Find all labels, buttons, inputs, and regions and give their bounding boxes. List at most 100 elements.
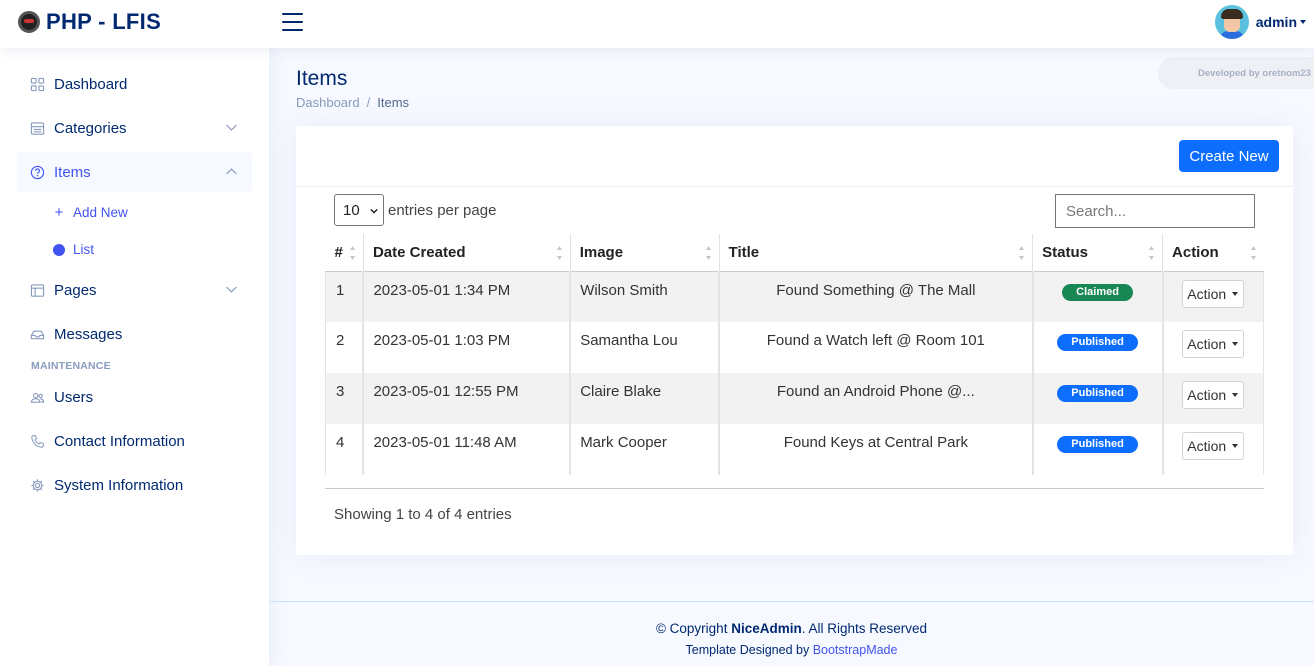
entries-select[interactable]: 10 bbox=[334, 194, 384, 226]
card-header: Create New bbox=[296, 126, 1293, 187]
maintenance-heading: MAINTENANCE bbox=[31, 360, 111, 372]
gear-icon bbox=[30, 478, 45, 493]
items-table: # Date Created Image Title Status Action… bbox=[325, 234, 1264, 475]
chevron-down-icon bbox=[226, 124, 237, 131]
chevron-down-icon bbox=[370, 208, 378, 214]
user-name: admin bbox=[1255, 14, 1297, 30]
column-header-number[interactable]: # bbox=[325, 234, 364, 272]
sidebar-item-label: Dashboard bbox=[54, 75, 128, 93]
footer: © Copyright NiceAdmin. All Rights Reserv… bbox=[269, 601, 1314, 666]
breadcrumb-dashboard-link[interactable]: Dashboard bbox=[296, 95, 360, 110]
sort-icon bbox=[705, 246, 711, 260]
page-title: Items bbox=[296, 67, 348, 90]
cell-number: 2 bbox=[325, 322, 365, 373]
action-dropdown-button[interactable]: Action bbox=[1182, 279, 1245, 308]
logo-icon bbox=[18, 11, 40, 33]
menu-toggle-icon[interactable] bbox=[282, 13, 303, 31]
copyright-line: © Copyright NiceAdmin. All Rights Reserv… bbox=[655, 621, 928, 636]
column-header-image[interactable]: Image bbox=[570, 234, 720, 272]
sort-icon bbox=[1019, 246, 1025, 260]
sidebar-item-label: Contact Information bbox=[54, 432, 185, 450]
layout-icon bbox=[30, 283, 45, 298]
breadcrumb: Dashboard / Items bbox=[296, 95, 409, 110]
sidebar-item-label: System Information bbox=[54, 476, 184, 494]
table-row: 3 2023-05-01 12:55 PM Claire Blake Found… bbox=[325, 373, 1264, 424]
sidebar-subitem-label: List bbox=[73, 242, 95, 257]
sidebar-item-dashboard[interactable]: Dashboard bbox=[17, 64, 252, 104]
entries-select-value: 10 bbox=[343, 201, 360, 219]
cell-image: Wilson Smith bbox=[570, 271, 721, 322]
column-header-action[interactable]: Action bbox=[1162, 234, 1264, 272]
status-badge: Published bbox=[1057, 436, 1138, 453]
action-dropdown-button[interactable]: Action bbox=[1182, 432, 1245, 460]
profile-dropdown[interactable]: admin bbox=[1214, 5, 1306, 39]
column-header-status[interactable]: Status bbox=[1032, 234, 1164, 272]
cell-status: Claimed bbox=[1032, 271, 1164, 322]
sidebar-subitem-add-new[interactable]: + Add New bbox=[17, 196, 252, 229]
sidebar-item-users[interactable]: Users bbox=[17, 377, 252, 417]
sidebar-item-label: Categories bbox=[54, 119, 127, 137]
sidebar-item-items[interactable]: Items bbox=[17, 152, 252, 192]
avatar bbox=[1214, 5, 1249, 39]
sort-icon bbox=[1250, 246, 1256, 260]
sidebar-item-label: Users bbox=[54, 388, 94, 406]
credits-line: Template Designed by BootstrapMade bbox=[685, 643, 898, 657]
status-badge: Published bbox=[1057, 385, 1138, 402]
cell-image: Claire Blake bbox=[570, 373, 721, 424]
cell-number: 3 bbox=[325, 373, 365, 424]
table-row: 2 2023-05-01 1:03 PM Samantha Lou Found … bbox=[325, 322, 1264, 373]
cell-image: Mark Cooper bbox=[570, 424, 721, 475]
cell-number: 4 bbox=[325, 424, 365, 475]
caret-down-icon bbox=[1232, 393, 1239, 397]
grid-icon bbox=[30, 77, 45, 92]
search-input[interactable]: Search... bbox=[1055, 194, 1255, 228]
column-header-title[interactable]: Title bbox=[719, 234, 1034, 272]
top-header: PHP - LFIS admin bbox=[0, 0, 1314, 48]
cell-status: Published bbox=[1032, 424, 1164, 475]
sidebar-item-label: Pages bbox=[54, 281, 97, 299]
items-card: Create New 10 entries per page Search...… bbox=[296, 126, 1293, 555]
sidebar-item-label: Messages bbox=[54, 325, 123, 343]
app-title: PHP - LFIS bbox=[46, 9, 162, 34]
active-dot-icon bbox=[53, 243, 65, 256]
plus-icon: + bbox=[54, 204, 64, 221]
sort-icon bbox=[349, 246, 355, 260]
sidebar-item-contact-information[interactable]: Contact Information bbox=[17, 421, 252, 461]
cell-title: Found Keys at Central Park bbox=[719, 424, 1034, 475]
action-dropdown-button[interactable]: Action bbox=[1182, 381, 1245, 409]
cell-action: Action bbox=[1162, 424, 1264, 475]
cell-title: Found a Watch left @ Room 101 bbox=[719, 322, 1034, 373]
main-content: Items Dashboard / Items Developed by ore… bbox=[269, 48, 1314, 600]
sidebar-item-label: Items bbox=[54, 163, 91, 181]
column-header-date-created[interactable]: Date Created bbox=[363, 234, 571, 272]
designer-link[interactable]: BootstrapMade bbox=[813, 643, 898, 657]
entries-label: entries per page bbox=[388, 201, 497, 219]
action-dropdown-button[interactable]: Action bbox=[1182, 330, 1245, 358]
cell-title: Found an Android Phone @... bbox=[719, 373, 1034, 424]
cell-image: Samantha Lou bbox=[570, 322, 721, 373]
list-icon bbox=[30, 121, 45, 136]
status-badge: Published bbox=[1057, 334, 1138, 351]
chevron-up-icon bbox=[226, 168, 237, 175]
sidebar-subitem-list[interactable]: List bbox=[17, 233, 252, 266]
caret-down-icon bbox=[1300, 20, 1306, 24]
cell-date-created: 2023-05-01 12:55 PM bbox=[363, 373, 572, 424]
logo[interactable]: PHP - LFIS bbox=[18, 9, 161, 35]
caret-down-icon bbox=[1232, 342, 1239, 346]
phone-icon bbox=[30, 434, 45, 449]
inbox-icon bbox=[30, 327, 45, 342]
sidebar-item-categories[interactable]: Categories bbox=[17, 108, 252, 148]
sidebar-item-pages[interactable]: Pages bbox=[17, 270, 252, 310]
cell-date-created: 2023-05-01 1:34 PM bbox=[363, 271, 572, 322]
sidebar-item-messages[interactable]: Messages bbox=[17, 314, 252, 354]
status-badge: Claimed bbox=[1062, 283, 1133, 301]
breadcrumb-current: Items bbox=[377, 95, 410, 110]
sidebar-subitem-label: Add New bbox=[73, 205, 128, 220]
people-icon bbox=[30, 390, 45, 405]
cell-status: Published bbox=[1032, 373, 1164, 424]
cell-date-created: 2023-05-01 11:48 AM bbox=[363, 424, 572, 475]
sidebar-item-system-information[interactable]: System Information bbox=[17, 465, 252, 505]
create-new-button[interactable]: Create New bbox=[1179, 140, 1279, 172]
table-row: 1 2023-05-01 1:34 PM Wilson Smith Found … bbox=[325, 271, 1264, 322]
entries-per-page: 10 entries per page bbox=[334, 194, 496, 226]
